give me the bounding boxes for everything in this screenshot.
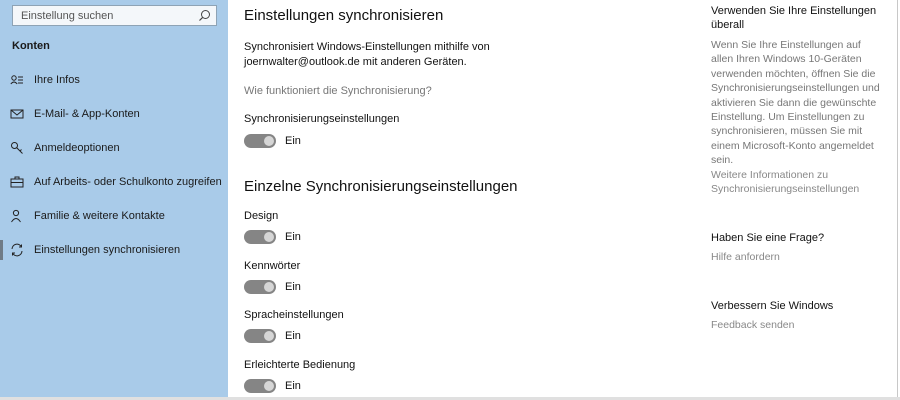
question-heading: Haben Sie eine Frage? [711,232,825,244]
search-box[interactable]: Einstellung suchen [12,5,217,26]
use-settings-text: Wenn Sie Ihre Einstellungen auf allen Ih… [711,39,880,167]
how-sync-works-link[interactable]: Wie funktioniert die Synchronisierung? [244,85,432,97]
sidebar-item-label: Ihre Infos [34,74,80,86]
sidebar-item-anmeldeoptionen[interactable]: Anmeldeoptionen [0,133,228,163]
toggle-knob [264,331,274,341]
design-toggle[interactable] [244,230,276,244]
sidebar-item-arbeits-schulkonto[interactable]: Auf Arbeits- oder Schulkonto zugreifen [0,167,228,197]
accessibility-label: Erleichterte Bedienung [244,359,356,371]
sync-settings-state: Ein [285,135,301,147]
toggle-knob [264,282,274,292]
briefcase-icon [10,176,24,188]
sidebar-item-ihre-infos[interactable]: Ihre Infos [0,65,228,95]
sidebar-item-einstellungen-synchronisieren[interactable]: Einstellungen synchronisieren [0,235,228,265]
person-card-icon [10,75,23,85]
sidebar-group-title: Konten [12,40,50,52]
sync-settings-toggle[interactable] [244,134,276,148]
accessibility-toggle[interactable] [244,379,276,393]
sync-description: Synchronisiert Windows-Einstellungen mit… [244,41,490,68]
improve-heading: Verbessern Sie Windows [711,300,834,312]
sidebar-item-label: Anmeldeoptionen [34,142,120,154]
use-settings-heading: Verwenden Sie Ihre Einstellungen überall [711,5,877,31]
language-toggle[interactable] [244,329,276,343]
main-content: Einstellungen synchronisieren Synchronis… [244,0,684,400]
sidebar-item-familie-kontakte[interactable]: Familie & weitere Kontakte [0,201,228,231]
language-state: Ein [285,330,301,342]
feedback-link[interactable]: Feedback senden [711,318,794,332]
related-info-panel: Verwenden Sie Ihre Einstellungen überall… [711,0,886,400]
toggle-knob [264,381,274,391]
toggle-knob [264,136,274,146]
page-title: Einstellungen synchronisieren [244,7,444,24]
sync-settings-label: Synchronisierungseinstellungen [244,113,400,125]
passwords-toggle[interactable] [244,280,276,294]
accessibility-state: Ein [285,380,301,392]
sidebar-item-label: Einstellungen synchronisieren [34,244,181,256]
design-label: Design [244,210,279,222]
sidebar: Einstellung suchen Konten Ihre Infos E-M… [0,0,228,400]
sidebar-item-label: Auf Arbeits- oder Schulkonto zugreifen [34,176,222,188]
more-info-link[interactable]: Weitere Informationen zu Synchronisierun… [711,168,883,197]
toggle-knob [264,232,274,242]
selection-indicator [0,240,3,260]
mail-icon [10,109,24,119]
language-label: Spracheinstellungen [244,309,344,321]
key-icon [11,142,23,154]
search-icon[interactable] [198,9,211,22]
people-icon [11,209,21,223]
passwords-label: Kennwörter [244,260,301,272]
search-input[interactable]: Einstellung suchen [21,10,113,22]
sync-icon [11,243,23,257]
section-title: Einzelne Synchronisierungseinstellungen [244,178,518,195]
sidebar-item-label: Familie & weitere Kontakte [34,210,165,222]
design-state: Ein [285,231,301,243]
passwords-state: Ein [285,281,301,293]
sidebar-item-email-app-konten[interactable]: E-Mail- & App-Konten [0,99,228,129]
sidebar-item-label: E-Mail- & App-Konten [34,108,140,120]
window-border [897,0,898,400]
get-help-link[interactable]: Hilfe anfordern [711,250,780,264]
